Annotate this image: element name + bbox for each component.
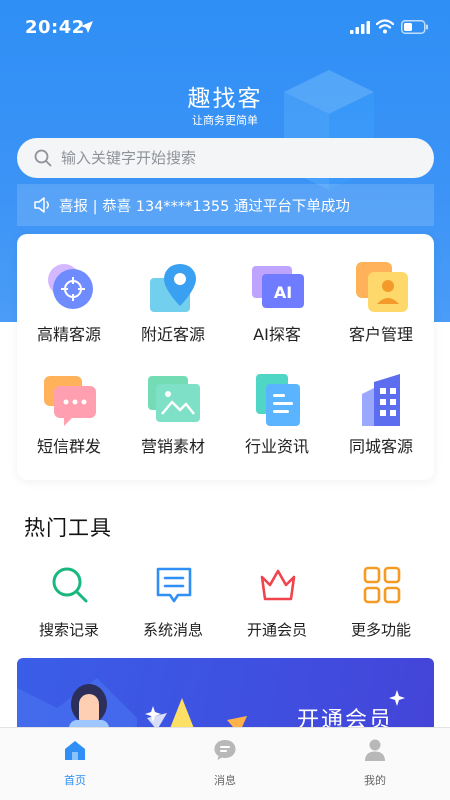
svg-text:AI: AI [274,283,292,302]
grid-item-label: 同城客源 [348,437,413,456]
tool-label: 开通会员 [246,621,307,639]
tab-messages[interactable]: 消息 [150,728,300,800]
speaker-icon [34,197,49,213]
building-icon [362,374,400,426]
tab-label: 首页 [64,774,86,787]
grid-item-nearby-leads[interactable]: 附近客源 [121,234,225,344]
battery-icon [401,20,428,34]
status-time: 20:42 [25,17,85,38]
notice-text: 喜报 | 恭喜 134****1355 通过平台下单成功 [59,199,350,215]
ai-icon: AI [252,266,304,308]
grid-item-label: 营销素材 [140,437,205,456]
chat-icon [214,740,236,760]
grid-item-label: 高精客源 [36,325,101,344]
notice-bar[interactable]: 喜报 | 恭喜 134****1355 通过平台下单成功 [17,184,434,226]
image-icon [148,376,200,422]
app-subtitle: 让商务更简单 [192,114,258,127]
tool-system-messages[interactable]: 系统消息 [121,560,225,644]
app-title: 趣找客 [187,86,263,112]
grid-item-high-precision-leads[interactable]: 高精客源 [17,234,121,344]
grid-item-label: 短信群发 [36,437,101,456]
location-arrow-icon [81,21,93,33]
grid-item-bulk-sms[interactable]: 短信群发 [17,346,121,456]
search-icon [52,567,88,603]
hot-tools-title: 热门工具 [24,516,112,540]
grid-item-customer-management[interactable]: 客户管理 [329,234,433,344]
grid-item-local-leads[interactable]: 同城客源 [329,346,433,456]
document-icon [256,374,300,426]
grid-item-label: 客户管理 [348,325,413,344]
tool-label: 系统消息 [142,621,203,639]
wifi-icon [376,19,394,34]
map-pin-icon [150,264,196,312]
user-card-icon [356,262,408,312]
cellular-signal-icon [350,21,370,34]
tab-profile[interactable]: 我的 [300,728,450,800]
tool-label: 更多功能 [350,621,411,639]
crown-icon [260,569,296,601]
grid-item-industry-news[interactable]: 行业资讯 [225,346,329,456]
tab-label: 消息 [214,774,236,787]
tool-more-features[interactable]: 更多功能 [329,560,433,644]
grid-item-ai-prospecting[interactable]: AI AI探客 [225,234,329,344]
bottom-tab-bar: 首页 消息 我的 [0,727,450,800]
home-icon [65,741,85,760]
status-bar: 20:42 [0,0,450,56]
search-icon [34,149,52,167]
target-icon [48,264,93,309]
grid-icon [363,566,401,604]
tool-label: 搜索记录 [38,621,99,639]
membership-banner[interactable]: 开通会员 [17,658,434,736]
grid-item-label: AI探客 [253,325,301,344]
message-icon [156,567,192,603]
search-input[interactable] [61,138,421,178]
search-bar[interactable] [17,138,434,178]
profile-icon [365,739,385,761]
tab-label: 我的 [364,774,386,787]
tab-home[interactable]: 首页 [0,728,150,800]
grid-item-label: 附近客源 [140,325,205,344]
tool-open-membership[interactable]: 开通会员 [225,560,329,644]
grid-item-label: 行业资讯 [244,437,309,456]
chat-bubble-icon [44,376,96,426]
feature-grid: 高精客源 附近客源 AI AI探客 客户管理 短信群发 营销素材 行业资讯 同城… [17,234,434,480]
grid-item-marketing-materials[interactable]: 营销素材 [121,346,225,456]
tool-search-history[interactable]: 搜索记录 [17,560,121,644]
